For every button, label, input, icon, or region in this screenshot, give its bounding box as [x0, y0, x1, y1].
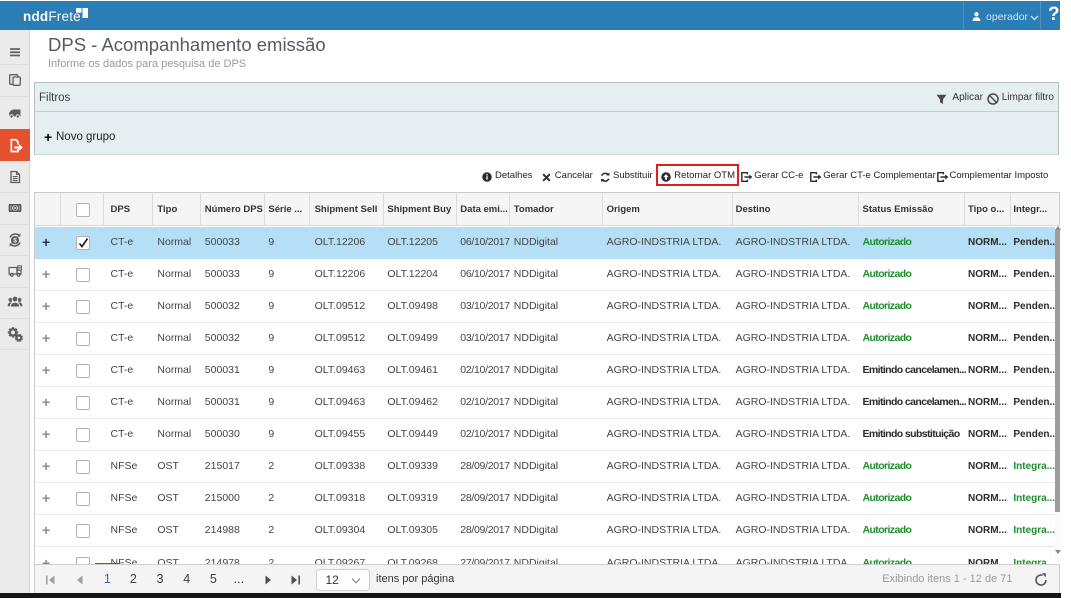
svg-text:$: $	[13, 237, 17, 244]
